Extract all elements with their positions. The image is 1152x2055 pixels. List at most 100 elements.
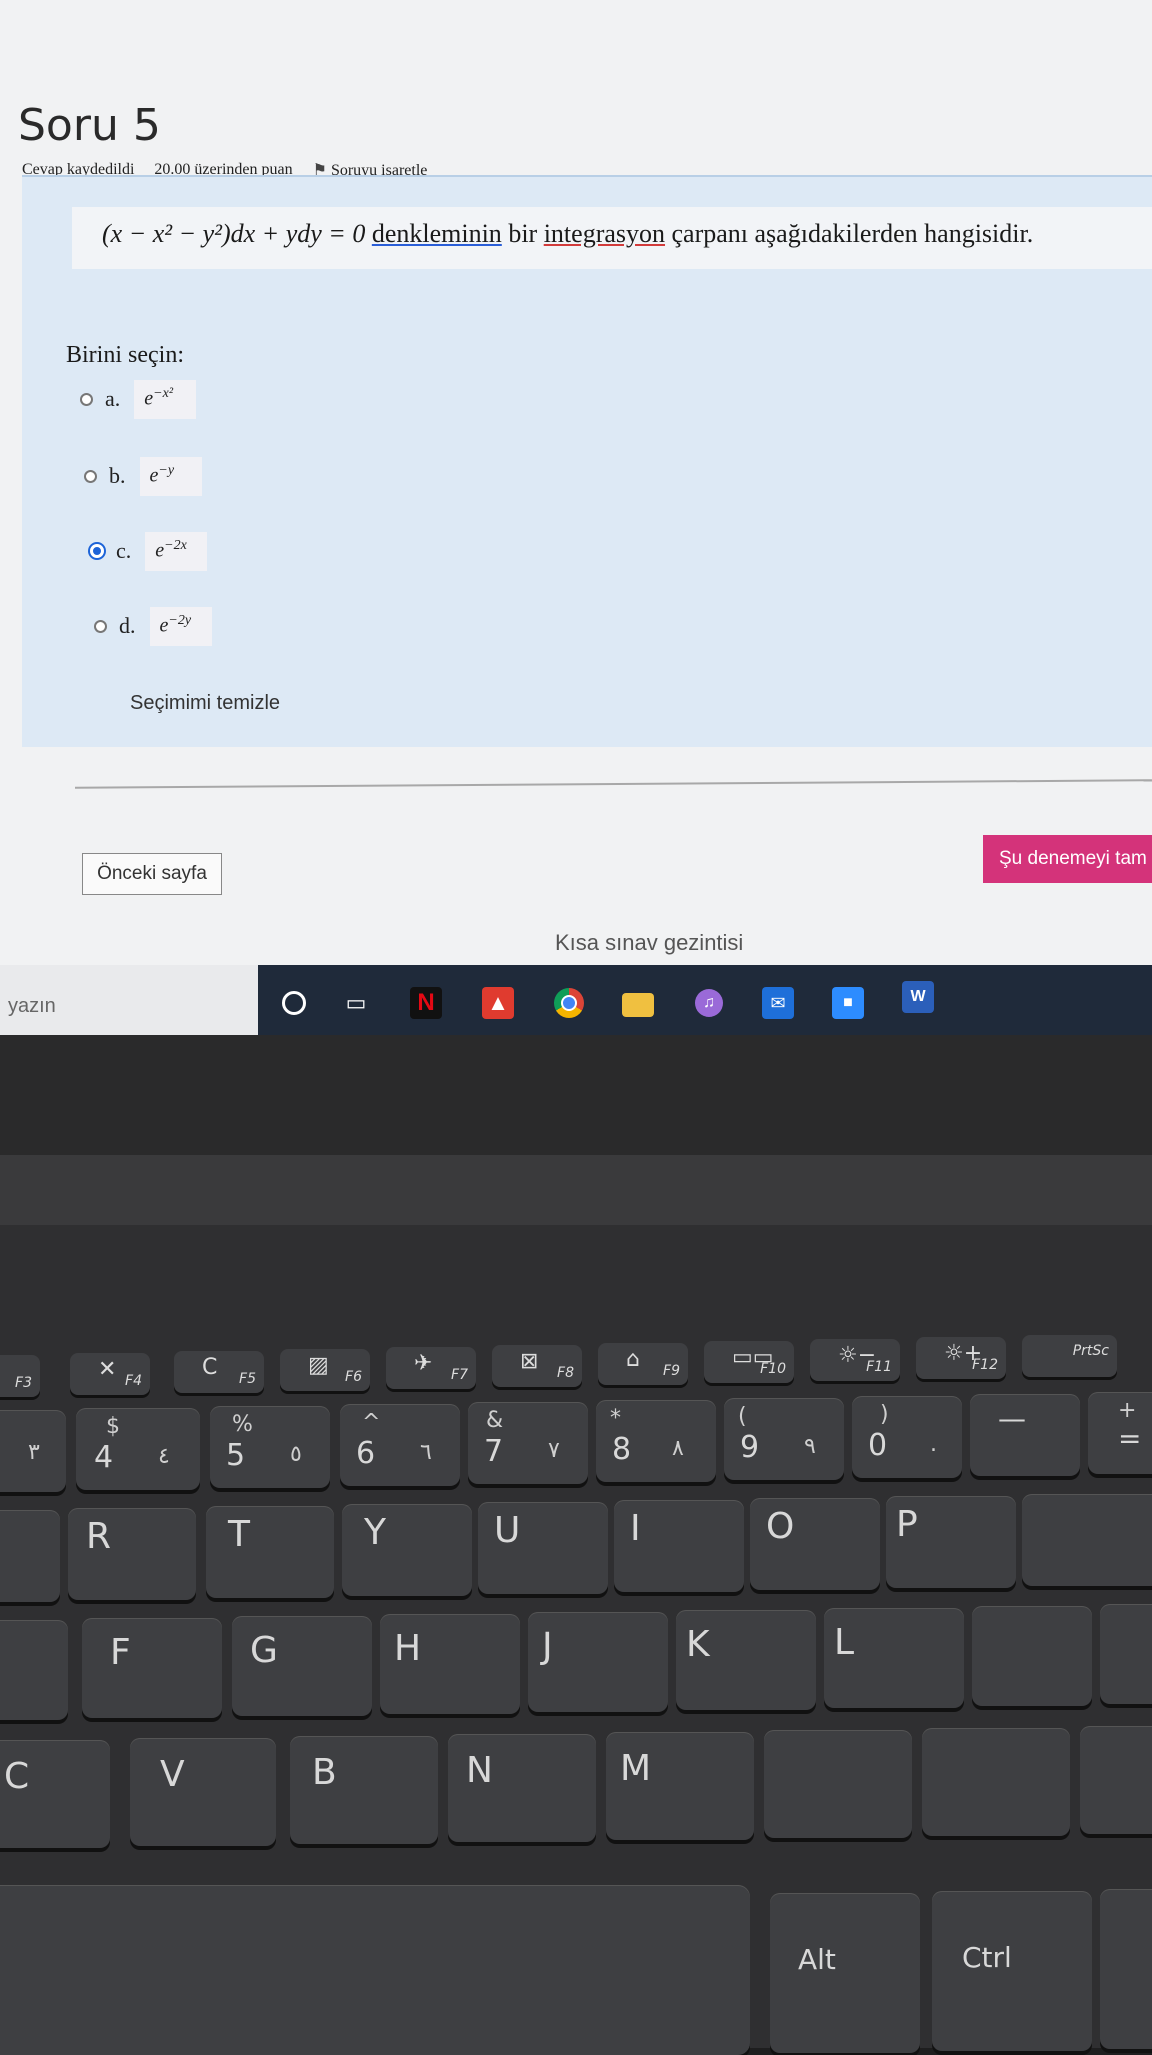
- key-f[interactable]: F: [82, 1618, 222, 1718]
- key-f9[interactable]: ⌂ F9: [598, 1343, 688, 1385]
- key-l[interactable]: L: [824, 1608, 964, 1708]
- key-bracket[interactable]: [1022, 1494, 1152, 1586]
- key-0[interactable]: ) 0.: [852, 1396, 962, 1478]
- taskbar-search-box[interactable]: yazın: [0, 965, 258, 1035]
- key-minus[interactable]: —: [970, 1394, 1080, 1476]
- key-alt[interactable]: Alt: [770, 1893, 920, 2053]
- key-i-label: I: [630, 1508, 641, 1549]
- key-equals[interactable]: + =: [1088, 1392, 1152, 1474]
- key-m-label: M: [620, 1748, 652, 1789]
- key-h[interactable]: H: [380, 1614, 520, 1714]
- key-8-main: 8: [612, 1432, 632, 1467]
- key-d-edge[interactable]: [0, 1620, 68, 1720]
- key-f11[interactable]: ☼− F11: [810, 1339, 900, 1381]
- question-equation: (x − x² − y²)dx + ydy = 0: [102, 219, 366, 248]
- key-f8[interactable]: ⊠ F8: [492, 1345, 582, 1387]
- key-prtsc-label: PrtSc: [1072, 1343, 1109, 1359]
- key-f12[interactable]: ☼+ F12: [916, 1337, 1006, 1379]
- clear-selection-link[interactable]: Seçimimi temizle: [130, 692, 280, 715]
- option-d[interactable]: d. e−2y: [94, 607, 212, 646]
- key-7[interactable]: & 7 ٧: [468, 1402, 588, 1484]
- key-semicolon[interactable]: [972, 1606, 1092, 1706]
- key-3[interactable]: ٣: [0, 1410, 66, 1492]
- radio-a[interactable]: [80, 392, 93, 406]
- key-v-label: V: [160, 1754, 185, 1795]
- space-bar[interactable]: [0, 1885, 750, 2055]
- lock-icon: ⌂: [626, 1347, 640, 1372]
- question-word-1: denkleminin: [371, 219, 502, 248]
- key-edge-right[interactable]: [1100, 1889, 1152, 2049]
- key-8-alt: ٨: [672, 1436, 684, 1461]
- option-a-exp: −x²: [153, 386, 174, 401]
- key-8[interactable]: * 8 ٨: [596, 1400, 716, 1482]
- key-r[interactable]: R: [68, 1508, 196, 1600]
- word-icon[interactable]: W: [902, 981, 934, 1013]
- keyboard-deck: F3 ✕ F4 C F5 ▨ F6 ✈ F7 ⊠ F8 ⌂ F9 ▭▭ F10 ☼− F11 ☼…: [0, 1225, 1152, 2055]
- key-o[interactable]: O: [750, 1498, 880, 1590]
- option-a[interactable]: a. e−x²: [80, 380, 197, 419]
- file-explorer-icon[interactable]: [622, 993, 654, 1017]
- finish-attempt-button[interactable]: Şu denemeyi tam: [983, 835, 1152, 883]
- key-comma[interactable]: [764, 1730, 912, 1838]
- divider: [75, 779, 1152, 789]
- key-quote[interactable]: [1100, 1604, 1152, 1704]
- key-k[interactable]: K: [676, 1610, 816, 1710]
- option-c[interactable]: c. e−2x: [90, 532, 208, 571]
- radio-d[interactable]: [94, 619, 107, 633]
- key-b[interactable]: B: [290, 1736, 438, 1844]
- key-t[interactable]: T: [206, 1506, 334, 1598]
- key-i[interactable]: I: [614, 1500, 744, 1592]
- key-9[interactable]: (9 ٩: [724, 1398, 844, 1480]
- acrobat-icon[interactable]: ▲: [482, 987, 514, 1019]
- key-c[interactable]: C: [0, 1740, 110, 1848]
- key-4[interactable]: $4 ٤: [76, 1408, 200, 1490]
- previous-page-button[interactable]: Önceki sayfa: [82, 853, 222, 895]
- key-slash[interactable]: [1080, 1726, 1152, 1834]
- key-f5-label: F5: [239, 1371, 256, 1387]
- zoom-icon[interactable]: ■: [832, 987, 864, 1019]
- key-o-label: O: [766, 1506, 795, 1547]
- key-9-alt: ٩: [804, 1434, 816, 1459]
- key-j-label: J: [542, 1626, 553, 1667]
- key-j[interactable]: J: [528, 1612, 668, 1712]
- key-minus-main: —: [998, 1402, 1026, 1435]
- key-f7[interactable]: ✈ F7: [386, 1347, 476, 1389]
- option-b[interactable]: b. e−y: [84, 457, 202, 496]
- key-g[interactable]: G: [232, 1616, 372, 1716]
- refresh-icon: C: [202, 1355, 218, 1380]
- key-m[interactable]: M: [606, 1732, 754, 1840]
- radio-b[interactable]: [84, 469, 97, 483]
- radio-c-selected[interactable]: [90, 544, 104, 559]
- option-a-label: a.: [105, 386, 121, 412]
- key-prtsc[interactable]: PrtSc: [1022, 1335, 1117, 1377]
- option-c-label: c.: [116, 538, 132, 564]
- camera-off-icon: ⊠: [520, 1349, 539, 1374]
- key-f5[interactable]: C F5: [174, 1351, 264, 1393]
- itunes-icon[interactable]: ♫: [693, 987, 725, 1019]
- mute-icon: ✕: [98, 1357, 117, 1382]
- key-p[interactable]: P: [886, 1496, 1016, 1588]
- key-period[interactable]: [922, 1728, 1070, 1836]
- key-v[interactable]: V: [130, 1738, 276, 1846]
- key-6[interactable]: ^ 6 ٦: [340, 1404, 460, 1486]
- cortana-icon[interactable]: [278, 987, 310, 1019]
- key-f3[interactable]: F3: [0, 1355, 40, 1397]
- laptop-hinge: [0, 1155, 1152, 1225]
- key-f6[interactable]: ▨ F6: [280, 1349, 370, 1391]
- mail-icon[interactable]: ✉: [762, 987, 794, 1019]
- key-4-shift: $: [106, 1414, 120, 1439]
- key-ctrl[interactable]: Ctrl: [932, 1891, 1092, 2051]
- key-5[interactable]: % 5 ٥: [210, 1406, 330, 1488]
- key-u[interactable]: U: [478, 1502, 608, 1594]
- task-view-icon[interactable]: ▭: [340, 987, 372, 1019]
- netflix-icon[interactable]: N: [410, 987, 442, 1019]
- chrome-icon[interactable]: [553, 987, 585, 1019]
- key-equals-main: =: [1118, 1422, 1142, 1455]
- key-tab-edge[interactable]: [0, 1510, 60, 1602]
- option-b-exp: −y: [158, 463, 175, 478]
- option-c-base: e: [155, 539, 165, 562]
- key-y[interactable]: Y: [342, 1504, 472, 1596]
- key-f10[interactable]: ▭▭ F10: [704, 1341, 794, 1383]
- key-f4[interactable]: ✕ F4: [70, 1353, 150, 1395]
- key-n[interactable]: N: [448, 1734, 596, 1842]
